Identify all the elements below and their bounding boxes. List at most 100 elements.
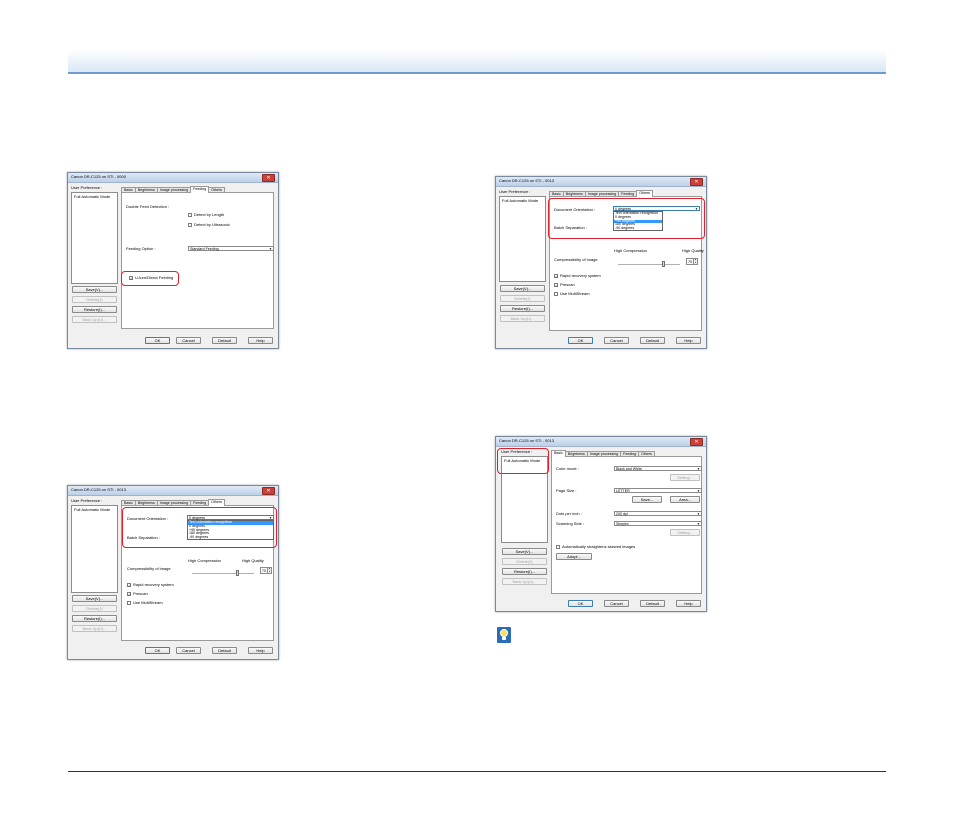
tab-basic[interactable]: Basic <box>551 450 566 457</box>
restore-button[interactable]: Restore(I)... <box>72 306 117 313</box>
backup-button[interactable]: Back Up(U)... <box>72 625 117 632</box>
save-button[interactable]: Save(V)... <box>72 595 117 602</box>
default-button[interactable]: Default <box>212 647 237 654</box>
compressibility-label: Compressibility of image <box>554 257 598 262</box>
backup-button[interactable]: Back Up(U)... <box>500 315 545 322</box>
help-button[interactable]: Help <box>248 647 273 654</box>
compression-slider[interactable] <box>618 264 680 266</box>
spin-arrows-icon[interactable]: ▲ ▼ <box>693 259 697 264</box>
default-button[interactable]: Default <box>212 337 237 344</box>
multistream-checkbox[interactable] <box>554 292 558 296</box>
ok-button[interactable]: OK <box>568 600 593 607</box>
doc-orientation-label: Document Orientation : <box>554 207 596 212</box>
delete-button[interactable]: Delete(J) <box>72 296 117 303</box>
tab-feeding[interactable]: Feeding <box>190 186 210 193</box>
scanning-side-select[interactable]: Simplex ▼ <box>614 521 702 526</box>
close-icon[interactable]: ✕ <box>262 174 275 182</box>
detect-ultrasonic-label: Detect by Ultrasonic <box>194 222 230 227</box>
bulb-base-icon <box>502 637 506 640</box>
preference-item[interactable]: Full Automatic Mode <box>504 458 540 464</box>
help-button[interactable]: Help <box>248 337 273 344</box>
ok-button[interactable]: OK <box>145 647 170 654</box>
orientation-dropdown-list[interactable]: Text orientation recognition 0 degrees +… <box>187 520 274 540</box>
feeding-option-select[interactable]: Standard Feeding ▼ <box>188 246 274 251</box>
feeding-option-value: Standard Feeding <box>190 247 219 251</box>
uturn-checkbox[interactable]: ✓ <box>129 276 133 281</box>
color-mode-select[interactable]: Black and White ▼ <box>614 466 702 471</box>
help-button[interactable]: Help <box>676 600 701 607</box>
dialog-others-top: Canon DR-C125 on STI - 0013 ✕ User Prefe… <box>495 176 707 349</box>
rapid-recovery-checkbox[interactable]: ✓ <box>554 274 558 279</box>
ok-button[interactable]: OK <box>145 337 170 344</box>
ok-button[interactable]: OK <box>568 337 593 344</box>
tab-others[interactable]: Others <box>208 499 225 506</box>
others-panel: Document Orientation : 0 degrees ▼ Text o… <box>549 196 704 331</box>
user-preference-list[interactable]: Full Automatic Mode <box>499 196 546 282</box>
backup-button[interactable]: Back Up(U)... <box>72 316 117 323</box>
close-icon[interactable]: ✕ <box>690 438 703 446</box>
detect-length-checkbox[interactable] <box>188 213 192 217</box>
tab-others[interactable]: Others <box>636 190 653 197</box>
orientation-dropdown-list[interactable]: Text orientation recognition 0 degrees +… <box>613 211 663 231</box>
save-button[interactable]: Save(V)... <box>72 286 117 293</box>
basic-panel: Color mode : Black and White ▼ Setting...… <box>551 456 702 594</box>
straighten-checkbox[interactable] <box>556 545 560 549</box>
prescan-checkbox[interactable]: ✓ <box>554 283 558 288</box>
window-title: Canon DR-C125 on STI - 0013 <box>499 178 554 183</box>
delete-button[interactable]: Delete(J) <box>72 605 117 612</box>
page-size-value: LETTER <box>616 489 630 493</box>
preference-item[interactable]: Full Automatic Mode <box>502 198 538 204</box>
user-preference-list[interactable]: Full Automatic Mode <box>71 505 118 593</box>
rapid-recovery-checkbox[interactable]: ✓ <box>127 583 131 588</box>
multistream-label: Use MultiStream <box>133 600 163 605</box>
cancel-button[interactable]: Cancel <box>176 337 201 344</box>
multistream-checkbox[interactable] <box>127 601 131 605</box>
feeding-option-label: Feeding Option : <box>126 246 156 251</box>
page-size-select[interactable]: LETTER ▼ <box>614 488 702 493</box>
preference-item[interactable]: Full Automatic Mode <box>74 194 110 200</box>
dpi-select[interactable]: 200 dpi ▼ <box>614 511 702 516</box>
compression-value: 75 <box>262 569 266 573</box>
scan-side-setting-button[interactable]: Setting... <box>670 529 700 536</box>
default-button[interactable]: Default <box>640 600 665 607</box>
chevron-down-icon: ▼ <box>269 247 272 251</box>
compression-spinbox[interactable]: 75 ▲ ▼ <box>686 258 698 265</box>
preference-item[interactable]: Full Automatic Mode <box>74 507 110 513</box>
save-button[interactable]: Save(V)... <box>500 285 545 292</box>
spin-arrows-icon[interactable]: ▲ ▼ <box>267 568 271 573</box>
hint-lightbulb-icon <box>497 627 511 643</box>
restore-button[interactable]: Restore(I)... <box>502 568 547 575</box>
cancel-button[interactable]: Cancel <box>604 600 629 607</box>
help-button[interactable]: Help <box>676 337 701 344</box>
close-icon[interactable]: ✕ <box>262 487 275 495</box>
save-button[interactable]: Save(V)... <box>502 548 547 555</box>
prescan-checkbox[interactable]: ✓ <box>127 592 131 597</box>
area-button[interactable]: Area... <box>670 496 700 503</box>
chevron-down-icon: ▼ <box>695 207 698 211</box>
adopt-button[interactable]: Adopt... <box>556 553 592 560</box>
compression-slider-thumb[interactable] <box>662 261 665 267</box>
orientation-option[interactable]: -90 degrees <box>614 226 662 231</box>
compression-spinbox[interactable]: 75 ▲ ▼ <box>260 567 272 574</box>
detect-length-label: Detect by Length <box>194 212 225 217</box>
cancel-button[interactable]: Cancel <box>176 647 201 654</box>
restore-button[interactable]: Restore(I)... <box>72 615 117 622</box>
detect-ultrasonic-checkbox[interactable] <box>188 223 192 227</box>
compression-slider[interactable] <box>192 573 254 575</box>
default-button[interactable]: Default <box>640 337 665 344</box>
high-quality-label: High Quality <box>682 248 704 253</box>
close-icon[interactable]: ✕ <box>690 178 703 186</box>
batch-separation-label: Batch Separation : <box>127 535 160 540</box>
delete-button[interactable]: Delete(J) <box>502 558 547 565</box>
delete-button[interactable]: Delete(J) <box>500 295 545 302</box>
orientation-option[interactable]: -90 degrees <box>188 535 273 540</box>
color-setting-button[interactable]: Setting... <box>670 474 700 481</box>
user-preference-list[interactable]: Full Automatic Mode <box>71 192 118 284</box>
page-size-save-button[interactable]: Save... <box>632 496 662 503</box>
backup-button[interactable]: Back Up(U)... <box>502 578 547 585</box>
restore-button[interactable]: Restore(I)... <box>500 305 545 312</box>
compression-slider-thumb[interactable] <box>236 570 239 576</box>
user-preference-list[interactable]: Full Automatic Mode <box>501 456 548 543</box>
cancel-button[interactable]: Cancel <box>604 337 629 344</box>
user-preference-label: User Preference : <box>501 449 533 454</box>
